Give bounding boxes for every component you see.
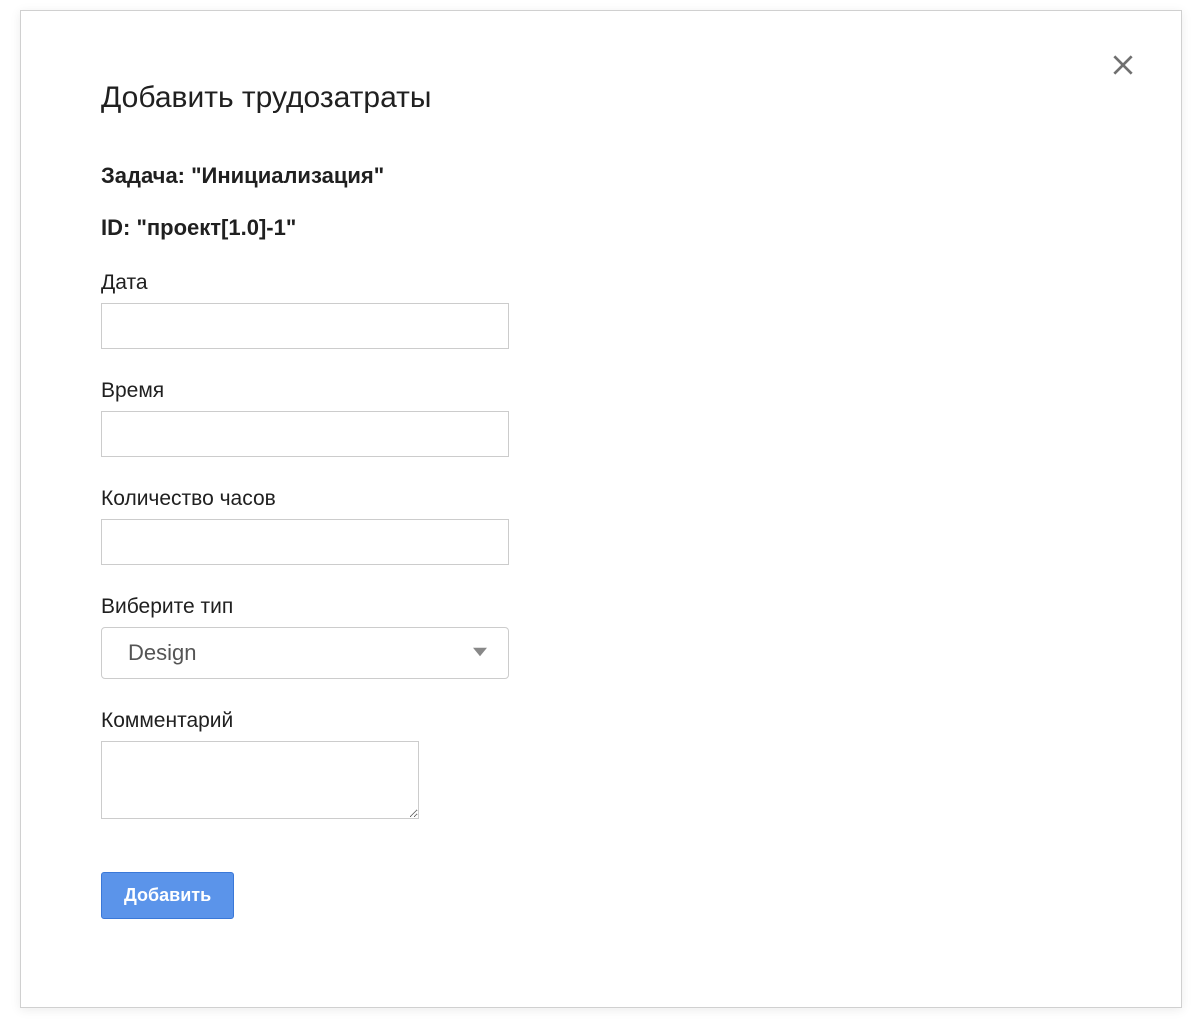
- type-select[interactable]: Design: [101, 627, 509, 679]
- hours-field-group: Количество часов: [101, 487, 1101, 565]
- submit-button[interactable]: Добавить: [101, 872, 234, 919]
- comment-field-group: Комментарий: [101, 709, 1101, 824]
- comment-textarea[interactable]: [101, 741, 419, 819]
- date-input[interactable]: [101, 303, 509, 349]
- task-name-label: Задача: "Инициализация": [101, 163, 1101, 189]
- time-label: Время: [101, 379, 1101, 403]
- hours-input[interactable]: [101, 519, 509, 565]
- comment-label: Комментарий: [101, 709, 1101, 733]
- add-labor-modal: Добавить трудозатраты Задача: "Инициализ…: [20, 10, 1182, 1008]
- task-id-label: ID: "проект[1.0]-1": [101, 215, 1101, 241]
- close-icon: [1110, 52, 1136, 78]
- time-input[interactable]: [101, 411, 509, 457]
- date-field-group: Дата: [101, 271, 1101, 349]
- type-label: Виберите тип: [101, 595, 1101, 619]
- close-button[interactable]: [1107, 49, 1139, 81]
- type-field-group: Виберите тип Design: [101, 595, 1101, 679]
- type-select-value: Design: [128, 640, 196, 666]
- date-label: Дата: [101, 271, 1101, 295]
- time-field-group: Время: [101, 379, 1101, 457]
- type-select-wrapper: Design: [101, 627, 509, 679]
- hours-label: Количество часов: [101, 487, 1101, 511]
- modal-title: Добавить трудозатраты: [101, 81, 1101, 115]
